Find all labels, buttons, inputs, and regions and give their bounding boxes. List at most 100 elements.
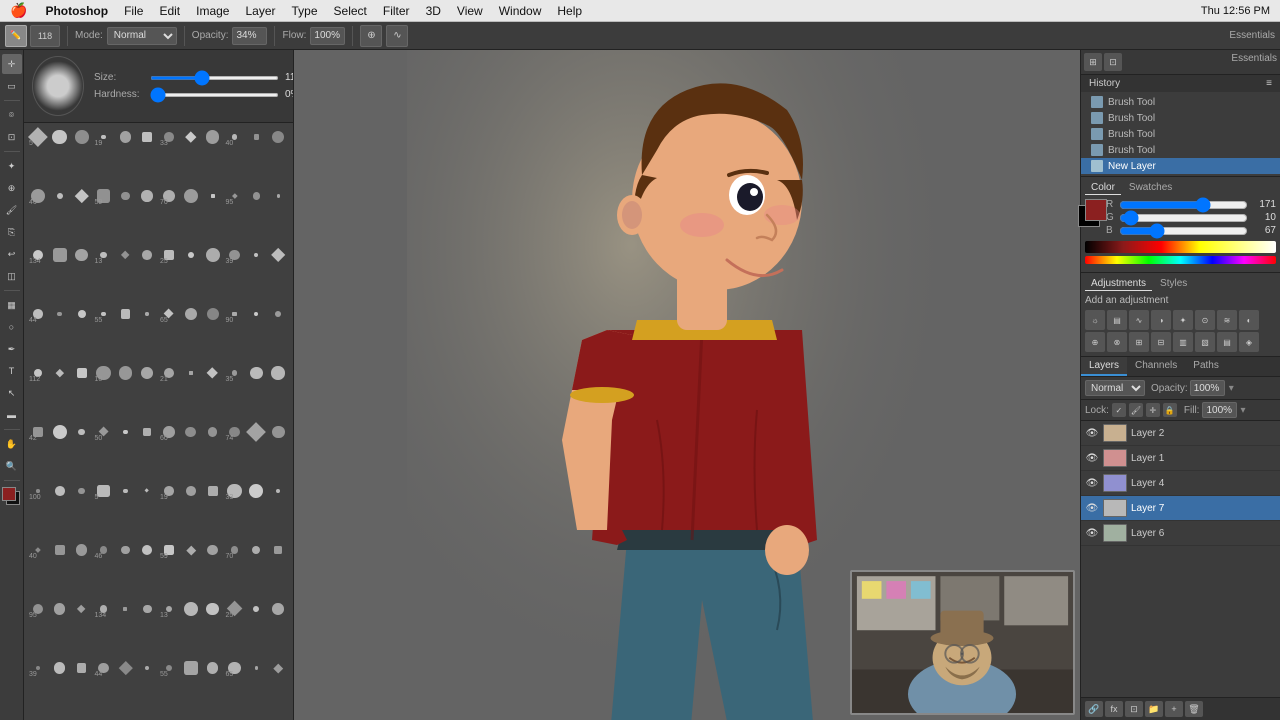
brush-preset-55[interactable] <box>181 363 201 383</box>
brush-preset-42[interactable]: 65 <box>159 304 179 324</box>
brush-preset-57[interactable]: 35 <box>225 363 245 383</box>
clone-tool[interactable]: ⎘ <box>2 222 22 242</box>
brush-preset-92[interactable] <box>203 540 223 560</box>
menu-filter[interactable]: Filter <box>375 4 418 18</box>
brush-preset-73[interactable] <box>50 481 70 501</box>
heal-tool[interactable]: ⊕ <box>2 178 22 198</box>
brush-preset-80[interactable] <box>203 481 223 501</box>
adj-brightness[interactable]: ☼ <box>1085 310 1105 330</box>
layer-item-layer2[interactable]: 👁 Layer 2 <box>1081 421 1280 446</box>
layer6-visibility[interactable]: 👁 <box>1085 526 1099 540</box>
brush-preset-38[interactable] <box>72 304 92 324</box>
menu-select[interactable]: Select <box>326 4 375 18</box>
history-item-4[interactable]: Brush Tool <box>1081 142 1280 158</box>
brush-preset-22[interactable] <box>246 186 266 206</box>
b-slider[interactable] <box>1119 226 1248 236</box>
brush-preset-48[interactable]: 112 <box>28 363 48 383</box>
brush-preset-16[interactable] <box>115 186 135 206</box>
brush-preset-36[interactable]: 44 <box>28 304 48 324</box>
brush-preset-43[interactable] <box>181 304 201 324</box>
brush-preset-44[interactable] <box>203 304 223 324</box>
brush-preset-96[interactable]: 95 <box>28 599 48 619</box>
history-item-5[interactable]: New Layer <box>1081 158 1280 174</box>
adj-tab-adjustments[interactable]: Adjustments <box>1085 277 1152 291</box>
adj-channel-mixer[interactable]: ⊗ <box>1107 332 1127 352</box>
layers-tab-layers[interactable]: Layers <box>1081 357 1127 376</box>
brush-preset-99[interactable]: 134 <box>94 599 114 619</box>
brush-preset-66[interactable]: 60 <box>159 422 179 442</box>
brush-preset-49[interactable] <box>50 363 70 383</box>
layer1-visibility[interactable]: 👁 <box>1085 451 1099 465</box>
brush-preset-54[interactable]: 21 <box>159 363 179 383</box>
brush-preset-90[interactable]: 59 <box>159 540 179 560</box>
history-item-2[interactable]: Brush Tool <box>1081 110 1280 126</box>
brush-preset-118[interactable] <box>246 658 266 678</box>
lock-image-btn[interactable]: 🖌 <box>1129 403 1143 417</box>
brush-preset-17[interactable] <box>137 186 157 206</box>
brush-preset-72[interactable]: 100 <box>28 481 48 501</box>
brush-preset-64[interactable] <box>115 422 135 442</box>
menu-edit[interactable]: Edit <box>151 4 188 18</box>
layer7-visibility[interactable]: 👁 <box>1085 501 1099 515</box>
brush-preset-107[interactable] <box>268 599 288 619</box>
layers-tab-paths[interactable]: Paths <box>1185 357 1227 376</box>
brush-preset-75[interactable]: 5 <box>94 481 114 501</box>
brush-preset-41[interactable] <box>137 304 157 324</box>
adj-vibrance[interactable]: ✦ <box>1173 310 1193 330</box>
shape-tool[interactable]: ▬ <box>2 405 22 425</box>
color-spectrum-bar[interactable] <box>1085 241 1276 253</box>
brush-preset-110[interactable] <box>72 658 92 678</box>
brush-preset-10[interactable] <box>246 127 266 147</box>
brush-preset-85[interactable] <box>50 540 70 560</box>
adj-invert[interactable]: ⊟ <box>1151 332 1171 352</box>
color-tab-color[interactable]: Color <box>1085 181 1121 195</box>
hand-tool[interactable]: ✋ <box>2 434 22 454</box>
brush-preset-31[interactable] <box>181 245 201 265</box>
brush-preset-115[interactable] <box>181 658 201 678</box>
brush-preset-3[interactable]: 19 <box>94 127 114 147</box>
new-layer-btn[interactable]: + <box>1165 701 1183 717</box>
eraser-tool[interactable]: ◫ <box>2 266 22 286</box>
brush-preset-116[interactable] <box>203 658 223 678</box>
adj-hsl[interactable]: ⊙ <box>1195 310 1215 330</box>
brush-preset-30[interactable]: 25 <box>159 245 179 265</box>
history-options[interactable]: ≡ <box>1266 78 1272 89</box>
brush-preset-56[interactable] <box>203 363 223 383</box>
flow-input[interactable] <box>310 27 345 45</box>
brush-preset-102[interactable]: 13 <box>159 599 179 619</box>
brush-preset-63[interactable]: 50 <box>94 422 114 442</box>
brush-preset-50[interactable] <box>72 363 92 383</box>
brush-preset-117[interactable]: 65 <box>225 658 245 678</box>
brush-preset-113[interactable] <box>137 658 157 678</box>
brush-preset-18[interactable]: 70 <box>159 186 179 206</box>
brush-preset-24[interactable]: 134 <box>28 245 48 265</box>
lock-position-btn[interactable]: ✛ <box>1146 403 1160 417</box>
brush-preset-84[interactable]: 40 <box>28 540 48 560</box>
eyedropper-tool[interactable]: ✦ <box>2 156 22 176</box>
adj-gradient-map[interactable]: ▤ <box>1217 332 1237 352</box>
brush-preset-67[interactable] <box>181 422 201 442</box>
new-group-btn[interactable]: 📁 <box>1145 701 1163 717</box>
brush-preset-104[interactable] <box>203 599 223 619</box>
brush-preset-83[interactable] <box>268 481 288 501</box>
r-slider[interactable] <box>1119 200 1248 210</box>
brush-preset-87[interactable]: 46 <box>94 540 114 560</box>
brush-preset-71[interactable] <box>268 422 288 442</box>
brush-preset-119[interactable] <box>268 658 288 678</box>
brush-preset-1[interactable] <box>50 127 70 147</box>
adj-tab-styles[interactable]: Styles <box>1154 277 1193 291</box>
adj-selective-color[interactable]: ◈ <box>1239 332 1259 352</box>
selection-tool[interactable]: ▭ <box>2 76 22 96</box>
brush-preset-0[interactable]: 5 <box>28 127 48 147</box>
add-mask-btn[interactable]: ⊡ <box>1125 701 1143 717</box>
link-layers-btn[interactable]: 🔗 <box>1085 701 1103 717</box>
menu-file[interactable]: File <box>116 4 151 18</box>
brush-preset-2[interactable] <box>72 127 92 147</box>
layer-item-layer6[interactable]: 👁 Layer 6 <box>1081 521 1280 546</box>
smoothing-btn[interactable]: ∿ <box>386 25 408 47</box>
zoom-tool[interactable]: 🔍 <box>2 456 22 476</box>
adj-bw[interactable]: ◐ <box>1239 310 1259 330</box>
gradient-tool[interactable]: ▦ <box>2 295 22 315</box>
brush-preset-112[interactable] <box>115 658 135 678</box>
brush-preset-103[interactable] <box>181 599 201 619</box>
